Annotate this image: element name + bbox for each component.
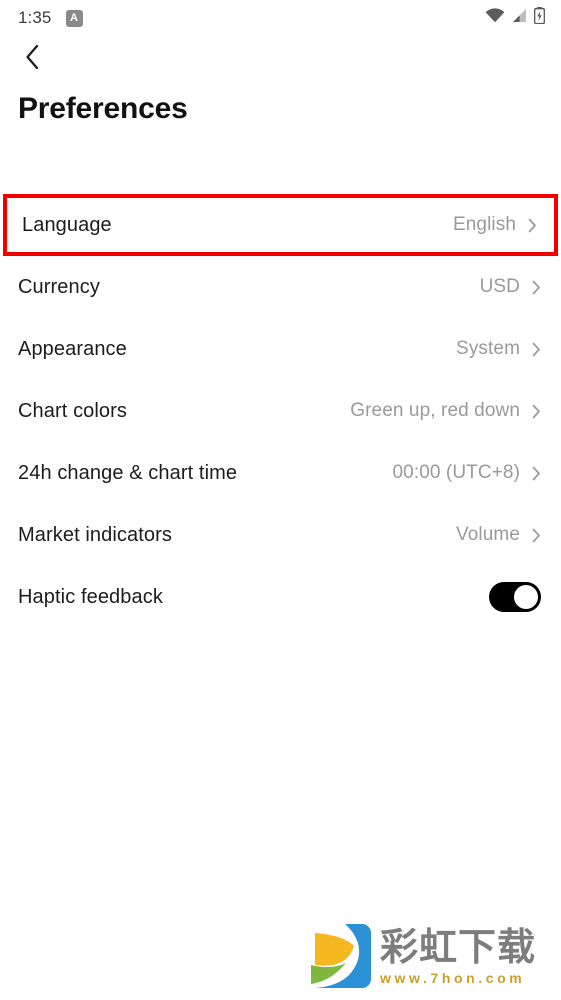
chevron-right-icon — [532, 342, 541, 357]
page-title: Preferences — [18, 92, 188, 125]
status-bar-clock: 1:35 — [18, 8, 52, 27]
status-bar: 1:35 A — [0, 0, 561, 36]
phone-screen: 1:35 A Preferences Language English Curr… — [0, 0, 561, 1000]
chevron-right-icon — [532, 528, 541, 543]
rainbow-download-logo-icon — [305, 924, 371, 990]
settings-row-language[interactable]: Language English — [3, 194, 558, 256]
row-right: System — [456, 338, 541, 360]
watermark-url: www.7hon.com — [380, 970, 526, 987]
row-right: Green up, red down — [350, 400, 541, 422]
app-notification-icon: A — [65, 9, 83, 27]
row-label: 24h change & chart time — [18, 461, 238, 484]
row-label: Market indicators — [18, 523, 172, 546]
settings-row-24h-change-chart-time[interactable]: 24h change & chart time 00:00 (UTC+8) — [0, 442, 561, 504]
row-value: 00:00 (UTC+8) — [392, 462, 520, 483]
row-right: USD — [480, 276, 541, 298]
settings-row-appearance[interactable]: Appearance System — [0, 318, 561, 380]
row-value: English — [452, 214, 516, 235]
settings-row-haptic-feedback[interactable]: Haptic feedback — [0, 566, 561, 628]
status-bar-notifications: A — [65, 9, 83, 27]
settings-row-chart-colors[interactable]: Chart colors Green up, red down — [0, 380, 561, 442]
watermark-title: 彩虹下载 — [380, 924, 537, 969]
row-right: Volume — [456, 524, 541, 546]
settings-row-market-indicators[interactable]: Market indicators Volume — [0, 504, 561, 566]
settings-row-currency[interactable]: Currency USD — [0, 256, 561, 318]
battery-charging-icon — [533, 7, 546, 29]
row-label: Appearance — [18, 337, 127, 360]
watermark-text: 彩虹下载 www.7hon.com — [380, 924, 537, 987]
haptic-feedback-toggle[interactable] — [489, 582, 541, 612]
toggle-knob — [514, 585, 538, 609]
chevron-right-icon — [532, 280, 541, 295]
row-label: Currency — [18, 275, 100, 298]
row-right — [489, 582, 541, 612]
back-button[interactable] — [12, 40, 52, 78]
row-value: USD — [479, 276, 520, 297]
row-label: Language — [22, 213, 112, 236]
row-value: Volume — [456, 524, 520, 545]
row-value: Green up, red down — [350, 400, 520, 421]
chevron-left-icon — [25, 44, 40, 75]
watermark: 彩虹下载 www.7hon.com — [305, 918, 555, 996]
cellular-signal-icon — [512, 8, 527, 28]
settings-list: Language English Currency USD Appearance — [0, 194, 561, 628]
row-value: System — [456, 338, 520, 359]
chevron-right-icon — [528, 218, 537, 233]
row-right: English — [453, 214, 537, 236]
chevron-right-icon — [532, 404, 541, 419]
wifi-icon — [485, 8, 505, 28]
row-right: 00:00 (UTC+8) — [393, 462, 542, 484]
status-bar-system-icons — [485, 7, 546, 29]
chevron-right-icon — [532, 466, 541, 481]
row-label: Haptic feedback — [18, 585, 163, 608]
row-label: Chart colors — [18, 399, 128, 422]
